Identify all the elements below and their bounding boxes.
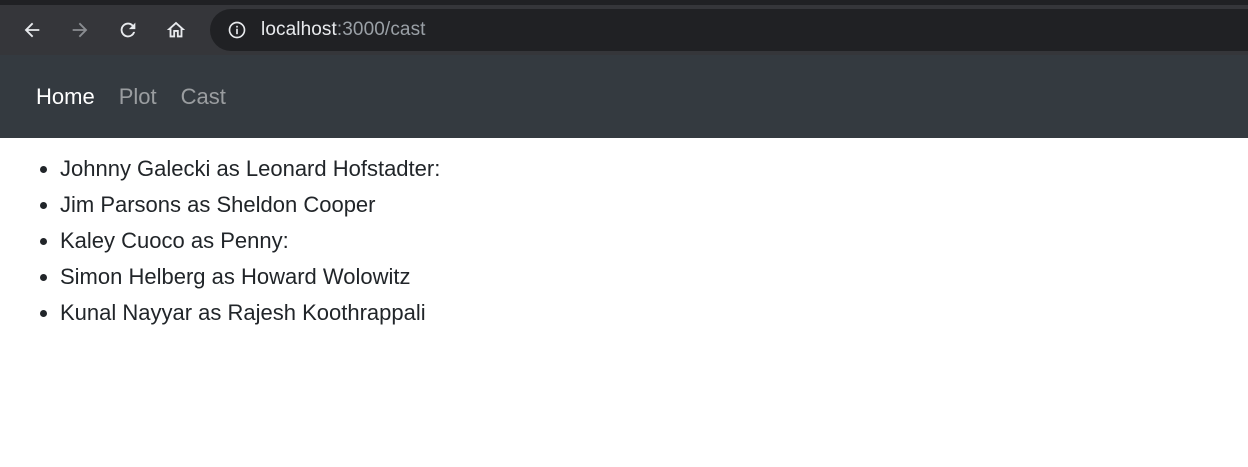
back-arrow-icon — [24, 22, 40, 38]
nav-link-cast[interactable]: Cast — [181, 84, 226, 110]
forward-button[interactable] — [56, 8, 104, 52]
browser-toolbar: localhost:3000/cast — [0, 0, 1248, 55]
url-path: :3000/cast — [336, 19, 426, 40]
list-item: Kunal Nayyar as Rajesh Koothrappali — [60, 295, 1248, 331]
reload-icon — [120, 22, 136, 38]
list-item: Simon Helberg as Howard Wolowitz — [60, 259, 1248, 295]
reload-button[interactable] — [104, 8, 152, 52]
home-button[interactable] — [152, 8, 200, 52]
app-navbar: Home Plot Cast — [0, 55, 1248, 138]
home-icon — [166, 21, 186, 38]
url-text: localhost:3000/cast — [261, 19, 426, 41]
info-icon[interactable] — [227, 20, 247, 40]
cast-list: Johnny Galecki as Leonard Hofstadter: Ji… — [0, 151, 1248, 331]
nav-link-home[interactable]: Home — [36, 84, 95, 110]
address-bar[interactable]: localhost:3000/cast — [210, 9, 1248, 51]
list-item: Kaley Cuoco as Penny: — [60, 223, 1248, 259]
list-item: Johnny Galecki as Leonard Hofstadter: — [60, 151, 1248, 187]
url-host: localhost — [261, 19, 337, 40]
back-button[interactable] — [8, 8, 56, 52]
main-content: Johnny Galecki as Leonard Hofstadter: Ji… — [0, 138, 1248, 331]
nav-link-plot[interactable]: Plot — [119, 84, 157, 110]
list-item: Jim Parsons as Sheldon Cooper — [60, 187, 1248, 223]
forward-arrow-icon — [72, 22, 88, 38]
